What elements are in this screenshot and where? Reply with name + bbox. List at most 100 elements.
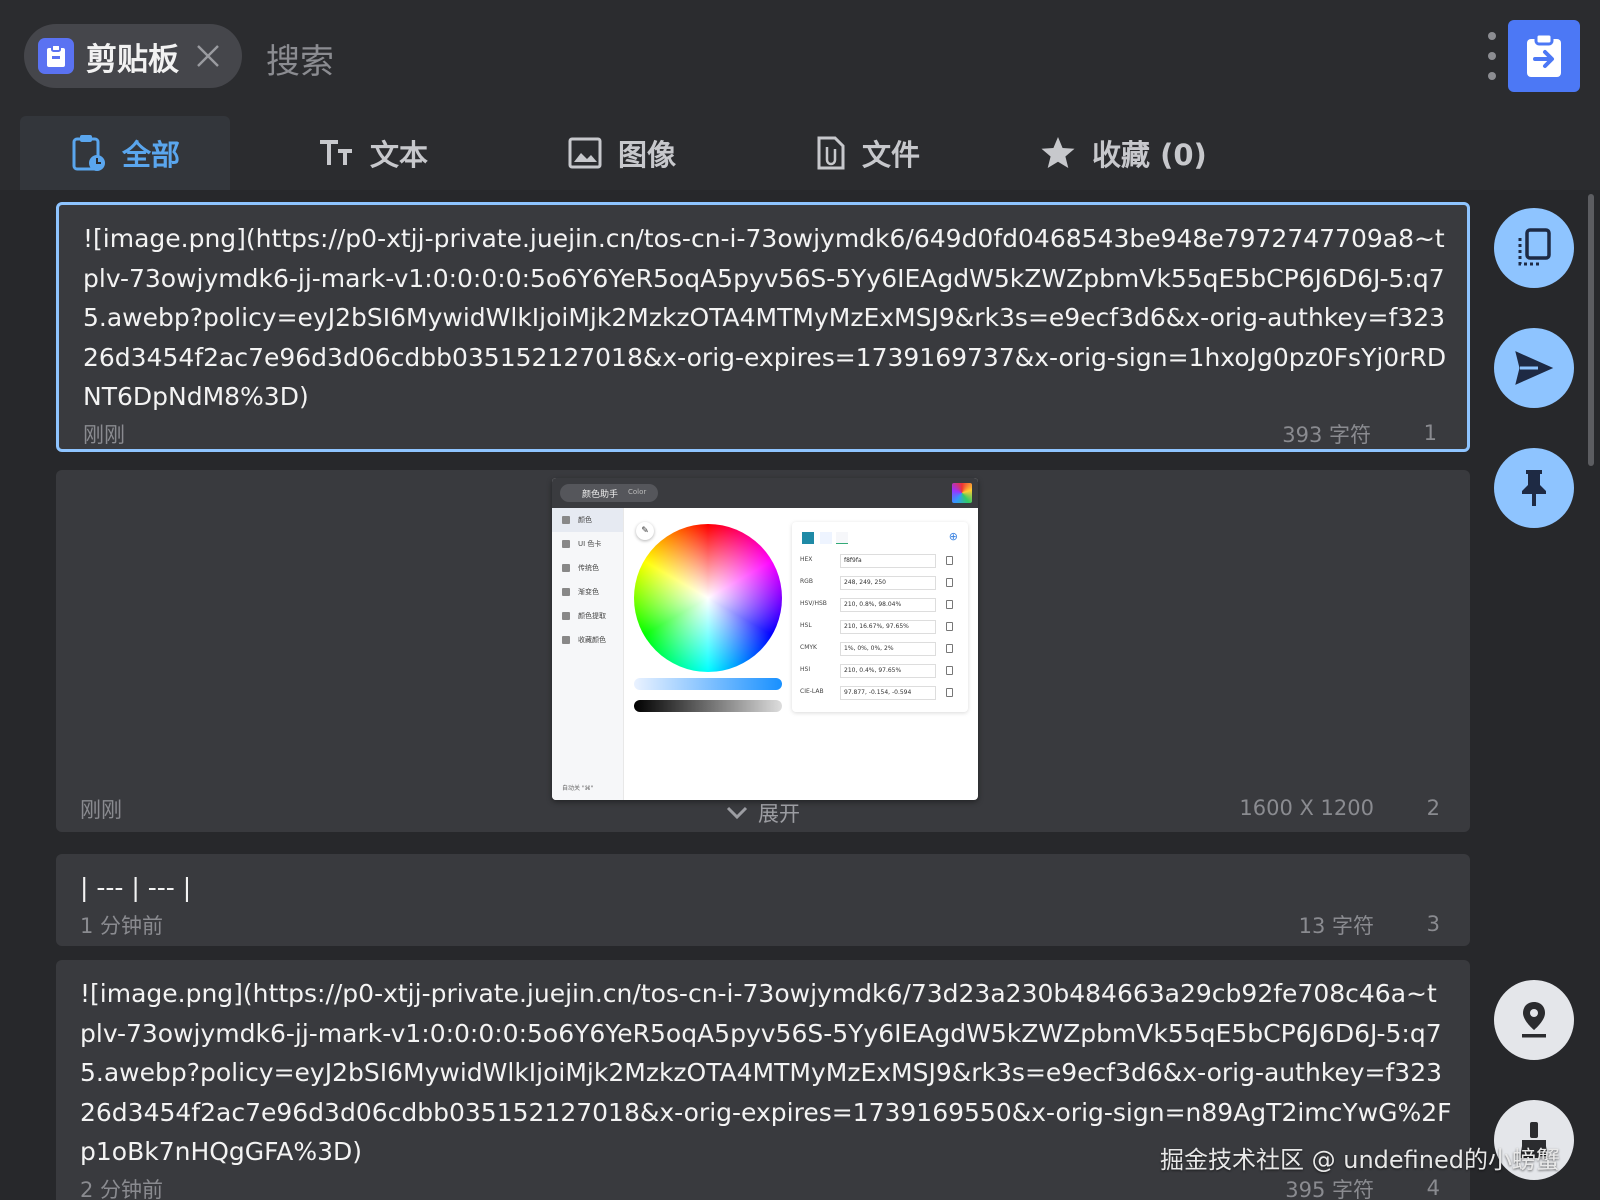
color-logo-icon [952, 483, 972, 503]
copy-icon [946, 600, 953, 609]
tab-image[interactable]: 图像 [568, 116, 676, 190]
value-field: 210, 0.4%, 97.65% [840, 664, 936, 678]
copy-icon [946, 622, 953, 631]
value-field: 97.877, -0.154, -0.594 [840, 686, 936, 700]
thumb-side-item: 传统色 [552, 556, 623, 580]
clipboard-list: ![image.png](https://p0-xtjj-private.jue… [0, 190, 1600, 1200]
value-row: CMYK 1%, 0%, 0%, 2% [800, 642, 960, 656]
clipboard-item-image[interactable]: 颜色助手 Color 颜色 UI 色卡 传统色 渐变色 颜色提取 收藏颜色 自动… [56, 470, 1470, 832]
value-field: 210, 0.8%, 98.04% [840, 598, 936, 612]
tab-file[interactable]: 文件 [816, 116, 920, 190]
value-key: RGB [800, 578, 813, 585]
item-char-count: 393 字符 [1282, 423, 1371, 447]
thumb-side-label: 传统色 [578, 564, 599, 572]
pin-icon [1522, 470, 1546, 506]
text-size-icon [318, 139, 354, 167]
thumb-side-item: 收藏颜色 [552, 628, 623, 652]
value-row: HSV/HSB 210, 0.8%, 98.04% [800, 598, 960, 612]
tab-label: 全部 [122, 138, 181, 172]
image-thumbnail: 颜色助手 Color 颜色 UI 色卡 传统色 渐变色 颜色提取 收藏颜色 自动… [552, 478, 978, 800]
item-time: 2 分钟前 [80, 1178, 164, 1200]
item-index: 1 [1423, 421, 1437, 445]
hue-slider [634, 678, 782, 690]
thumb-side-item: 颜色提取 [552, 604, 623, 628]
color-values-panel: ⊕ HEX f8f9fa RGB 248, 249, 250 HSV/HSB 210,… [792, 522, 968, 712]
star-icon [1040, 136, 1076, 170]
value-key: HSL [800, 622, 812, 629]
copy-icon [946, 688, 953, 697]
tab-text[interactable]: 文本 [318, 116, 428, 190]
locate-button[interactable] [1494, 980, 1574, 1060]
item-time: 1 分钟前 [80, 914, 164, 938]
tab-label: 文本 [370, 138, 429, 172]
thumb-sidebar: 颜色 UI 色卡 传统色 渐变色 颜色提取 收藏颜色 自动关 "⌘" [552, 508, 624, 800]
thumb-titlebar: 颜色助手 Color [552, 478, 978, 508]
thumb-side-label: 收藏颜色 [578, 636, 606, 644]
value-row: HEX f8f9fa [800, 554, 960, 568]
copy-icon [946, 644, 953, 653]
thumb-side-label: 渐变色 [578, 588, 599, 596]
thumb-side-label: 颜色提取 [578, 612, 606, 620]
value-key: HSI [800, 666, 811, 673]
item-dimensions: 1600 X 1200 [1239, 796, 1374, 820]
value-key: HEX [800, 556, 813, 563]
tab-label: 收藏 (0) [1092, 138, 1207, 172]
value-key: CMYK [800, 644, 817, 651]
thumb-side-label: 颜色 [578, 516, 592, 524]
watermark: 掘金技术社区 @ undefined的小螃蟹 [1160, 1146, 1561, 1174]
value-field: f8f9fa [840, 554, 936, 568]
add-circle-icon: ⊕ [948, 530, 958, 543]
item-index: 4 [1426, 1176, 1440, 1200]
send-button[interactable] [1494, 328, 1574, 408]
file-clip-icon [816, 135, 846, 171]
search-input[interactable]: 搜索 [266, 34, 334, 83]
clipboard-chip[interactable]: 剪贴板 [24, 24, 242, 88]
value-field: 248, 249, 250 [840, 576, 936, 590]
item-char-count: 395 字符 [1285, 1178, 1374, 1200]
thumb-chip-sub: Color [628, 488, 647, 496]
thumb-side-label: UI 色卡 [578, 540, 602, 548]
copy-icon [946, 578, 953, 587]
clipboard-item[interactable]: ![image.png](https://p0-xtjj-private.jue… [56, 202, 1470, 452]
value-row: CIE-LAB 97.877, -0.154, -0.594 [800, 686, 960, 700]
send-icon [1515, 351, 1554, 385]
thumb-chip-label: 颜色助手 [582, 490, 619, 500]
item-index: 2 [1426, 796, 1440, 820]
more-menu-icon[interactable] [1484, 32, 1500, 80]
image-icon [568, 137, 602, 169]
thumb-side-item: 颜色 [552, 508, 623, 532]
tab-label: 文件 [862, 138, 921, 172]
pin-button[interactable] [1494, 448, 1574, 528]
value-row: HSI 210, 0.4%, 97.65% [800, 664, 960, 678]
color-wheel [634, 524, 782, 672]
item-char-count: 13 字符 [1298, 914, 1374, 938]
scrollbar[interactable] [1588, 194, 1594, 466]
clipboard-clock-icon [72, 134, 106, 172]
swatch [836, 532, 848, 544]
tab-favorites[interactable]: 收藏 (0) [1040, 116, 1207, 190]
copy-icon [1518, 228, 1551, 266]
thumb-chip: 颜色助手 Color [560, 484, 658, 502]
copy-icon [946, 666, 953, 675]
value-key: HSV/HSB [800, 600, 827, 607]
filter-tabs: 全部 文本 图像 文件 收藏 (0) [20, 116, 1540, 190]
copy-button[interactable] [1494, 208, 1574, 288]
value-row: RGB 248, 249, 250 [800, 576, 960, 590]
chevron-down-icon [726, 806, 748, 820]
swatch [820, 532, 832, 544]
brightness-slider [634, 700, 782, 712]
expand-label: 展开 [758, 802, 800, 826]
copy-icon [946, 556, 953, 565]
chip-label: 剪贴板 [86, 41, 179, 78]
tab-all[interactable]: 全部 [20, 116, 230, 190]
location-pin-icon [1522, 1002, 1546, 1038]
tab-label: 图像 [618, 138, 677, 172]
close-icon[interactable] [193, 41, 223, 71]
clipboard-item[interactable]: | --- | --- | 1 分钟前 13 字符 3 [56, 854, 1470, 946]
item-time: 刚刚 [83, 423, 125, 447]
thumb-side-item: 渐变色 [552, 580, 623, 604]
item-text: | --- | --- | [80, 873, 192, 902]
item-text: ![image.png](https://p0-xtjj-private.jue… [83, 224, 1447, 411]
value-row: HSL 210, 16.67%, 97.65% [800, 620, 960, 634]
paste-to-app-button[interactable] [1508, 20, 1580, 92]
